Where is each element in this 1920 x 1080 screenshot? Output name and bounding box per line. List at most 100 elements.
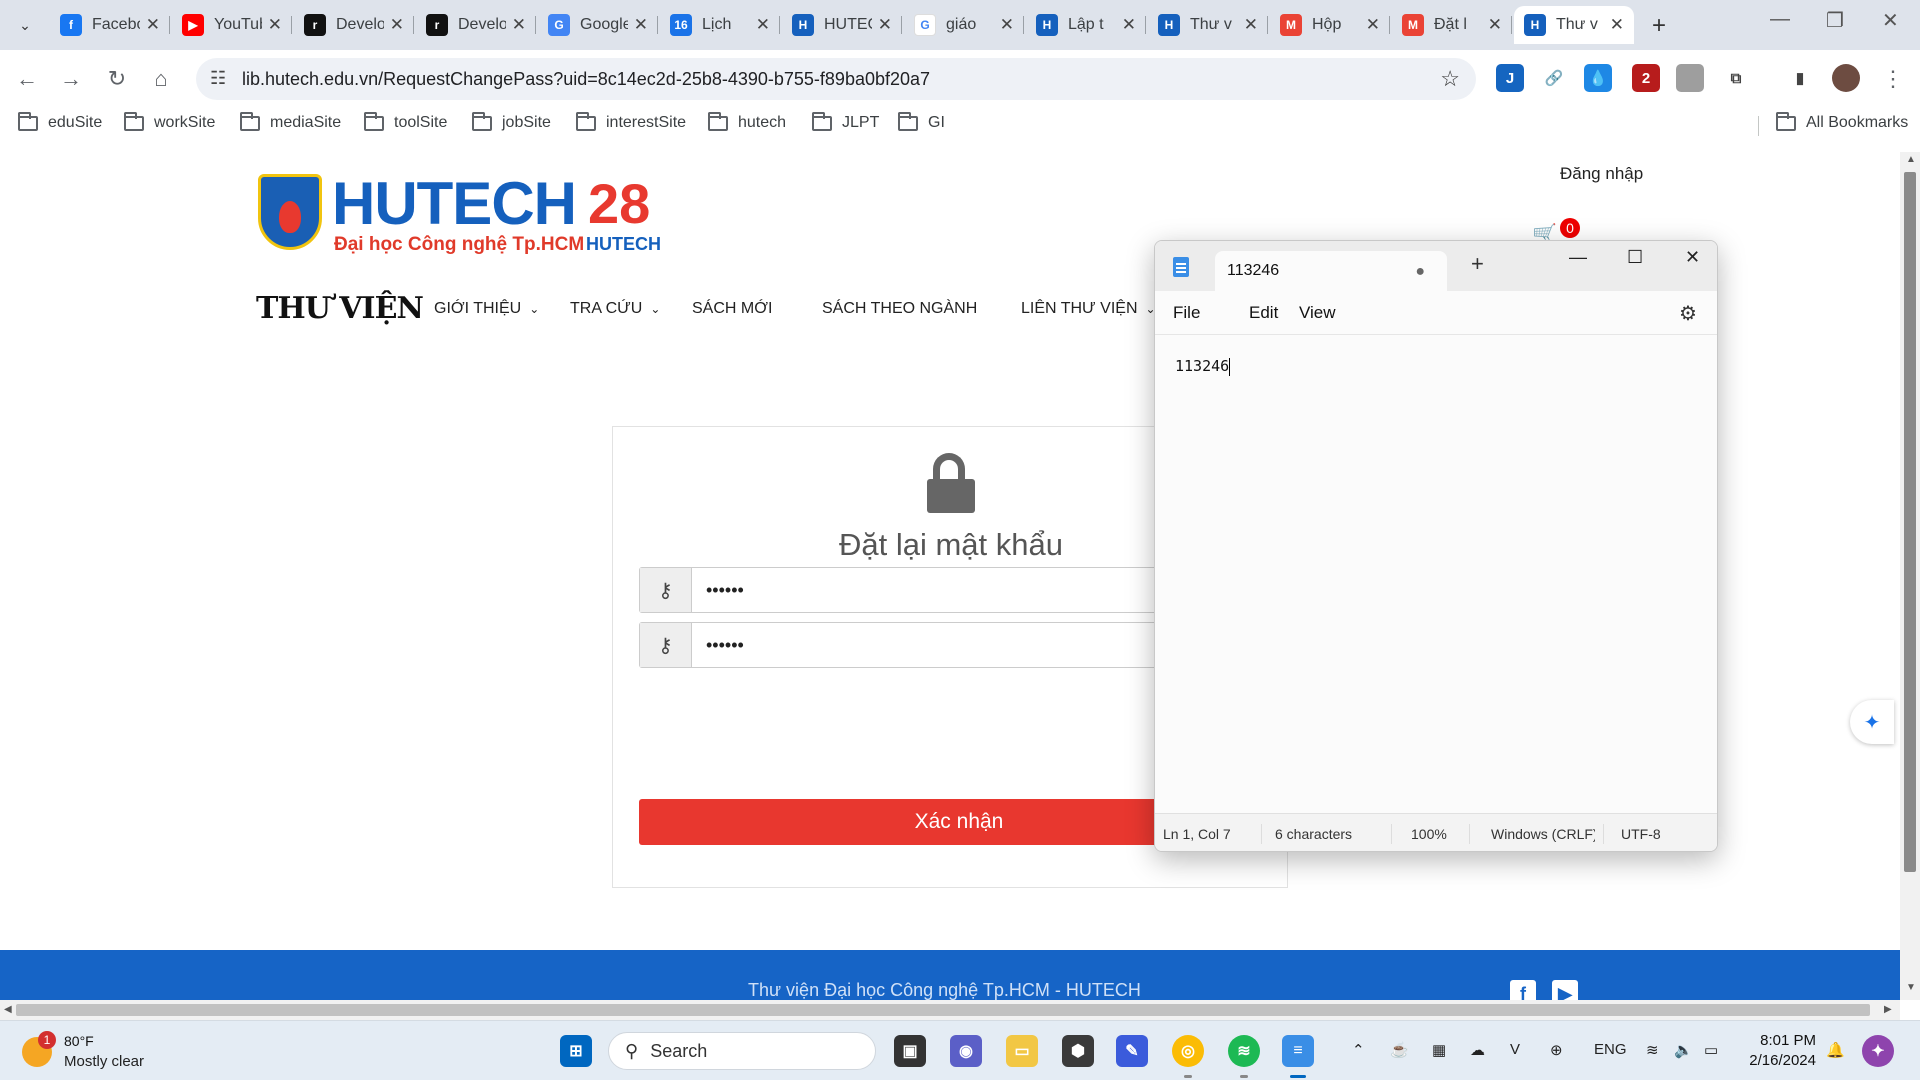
forward-icon[interactable]: →: [54, 62, 88, 96]
tray-vivaldi-icon[interactable]: V: [1510, 1041, 1520, 1058]
link-icon[interactable]: 🔗: [1540, 64, 1568, 92]
vertical-scrollbar[interactable]: ▲ ▼: [1900, 152, 1920, 1000]
address-bar[interactable]: ☷ lib.hutech.edu.vn/RequestChangePass?ui…: [196, 58, 1476, 100]
gear-icon[interactable]: ⚙: [1679, 301, 1697, 326]
notepad-new-tab-button[interactable]: +: [1471, 251, 1484, 277]
clock[interactable]: 8:01 PM 2/16/2024: [1746, 1031, 1816, 1071]
scrollbar-thumb[interactable]: [1904, 172, 1916, 872]
notepad-tab[interactable]: 113246 ●: [1215, 251, 1447, 291]
browser-tab[interactable]: H HUTECH ✕: [782, 6, 902, 44]
close-tab-icon[interactable]: ✕: [390, 15, 404, 35]
windows-start-icon[interactable]: ⊞: [560, 1035, 592, 1067]
browser-tab[interactable]: M Hộp ✕: [1270, 6, 1390, 44]
close-tab-icon[interactable]: ✕: [512, 15, 526, 35]
bookmark-folder[interactable]: toolSite: [364, 111, 447, 132]
notepad-close-button[interactable]: ✕: [1685, 247, 1700, 268]
notepad-editor[interactable]: 113246: [1155, 335, 1717, 813]
scroll-right-icon[interactable]: ▶: [1884, 1004, 1892, 1015]
nav-item[interactable]: GIỚI THIỆU ⌄: [434, 300, 539, 318]
nav-item[interactable]: SÁCH MỚI: [692, 300, 772, 318]
close-tab-icon[interactable]: ✕: [756, 15, 770, 35]
volume-icon[interactable]: 🔈: [1674, 1041, 1693, 1059]
notepad-taskbar-icon[interactable]: ≡: [1282, 1035, 1314, 1067]
scroll-left-icon[interactable]: ◀: [4, 1004, 12, 1015]
wifi-icon[interactable]: ≋: [1646, 1041, 1659, 1059]
browser-tab[interactable]: ▶ YouTube ✕: [172, 6, 292, 44]
ext-grey-icon[interactable]: [1676, 64, 1704, 92]
scroll-down-icon[interactable]: ▼: [1906, 982, 1916, 993]
app-cube-icon[interactable]: ⬢: [1062, 1035, 1094, 1067]
spotify-icon[interactable]: ≋: [1228, 1035, 1260, 1067]
close-window-button[interactable]: ✕: [1882, 8, 1899, 33]
bookmark-folder[interactable]: jobSite: [472, 111, 551, 132]
copilot-icon[interactable]: ✦: [1862, 1035, 1894, 1067]
tray-network-icon[interactable]: ⊕: [1550, 1041, 1563, 1059]
browser-tab[interactable]: H Thư v ✕: [1148, 6, 1268, 44]
close-tab-icon[interactable]: ✕: [1488, 15, 1502, 35]
app-blue-icon[interactable]: ✎: [1116, 1035, 1148, 1067]
onedrive-icon[interactable]: ☁: [1470, 1041, 1485, 1059]
home-icon[interactable]: ⌂: [144, 62, 178, 96]
menu-edit[interactable]: Edit: [1249, 303, 1278, 323]
hutech-logo[interactable]: HUTECH Đại học Công nghệ Tp.HCM 28 HUTEC…: [258, 172, 678, 255]
login-link[interactable]: Đăng nhập: [1560, 164, 1643, 184]
bookmark-folder[interactable]: mediaSite: [240, 111, 341, 132]
language-indicator[interactable]: ENG: [1594, 1041, 1627, 1058]
youtube-icon[interactable]: ▶: [1552, 980, 1578, 1000]
browser-tab[interactable]: r Developer ✕: [294, 6, 414, 44]
close-tab-icon[interactable]: ✕: [1000, 15, 1014, 35]
browser-tab[interactable]: r Developer ✕: [416, 6, 536, 44]
close-tab-icon[interactable]: ✕: [1122, 15, 1136, 35]
ublock-icon[interactable]: 2: [1632, 64, 1660, 92]
notepad-minimize-button[interactable]: —: [1569, 247, 1587, 268]
bookmark-folder[interactable]: eduSite: [18, 111, 102, 132]
nav-item[interactable]: SÁCH THEO NGÀNH: [822, 300, 977, 318]
status-encoding[interactable]: UTF-8: [1621, 826, 1661, 842]
tray-app2-icon[interactable]: ▦: [1432, 1041, 1446, 1059]
battery-icon[interactable]: ▭: [1704, 1041, 1718, 1059]
notepad-maximize-button[interactable]: ☐: [1627, 247, 1643, 268]
bookmark-folder[interactable]: workSite: [124, 111, 215, 132]
bookmark-folder[interactable]: GI: [898, 111, 945, 132]
unsaved-dot-icon[interactable]: ●: [1415, 263, 1425, 281]
minimize-button[interactable]: —: [1770, 8, 1790, 31]
nav-item[interactable]: TRA CỨU ⌄: [570, 300, 660, 318]
browser-menu-icon[interactable]: ⋮: [1876, 62, 1910, 96]
task-view-icon[interactable]: ▣: [894, 1035, 926, 1067]
sparkle-assistant-icon[interactable]: ✦: [1850, 700, 1894, 744]
back-icon[interactable]: ←: [10, 62, 44, 96]
close-tab-icon[interactable]: ✕: [1366, 15, 1380, 35]
close-tab-icon[interactable]: ✕: [634, 15, 648, 35]
tab-search-chevron-icon[interactable]: ⌄: [10, 10, 40, 40]
new-tab-button[interactable]: +: [1652, 12, 1666, 40]
taskbar-search[interactable]: ⚲ Search: [608, 1032, 876, 1070]
nav-item[interactable]: LIÊN THƯ VIỆN ⌄: [1021, 300, 1156, 318]
close-tab-icon[interactable]: ✕: [268, 15, 282, 35]
close-tab-icon[interactable]: ✕: [146, 15, 160, 35]
menu-file[interactable]: File: [1173, 303, 1200, 323]
file-explorer-icon[interactable]: ▭: [1006, 1035, 1038, 1067]
browser-tab[interactable]: f Facebook ✕: [50, 6, 170, 44]
menu-view[interactable]: View: [1299, 303, 1336, 323]
browser-tab[interactable]: H Lập t ✕: [1026, 6, 1146, 44]
bookmark-folder[interactable]: JLPT: [812, 111, 879, 132]
notification-bell-icon[interactable]: 🔔: [1826, 1041, 1845, 1059]
browser-tab[interactable]: G Google ✕: [538, 6, 658, 44]
scroll-up-icon[interactable]: ▲: [1906, 154, 1916, 165]
ext-j-icon[interactable]: J: [1496, 64, 1524, 92]
sidepanel-icon[interactable]: ▮: [1786, 64, 1814, 92]
horizontal-scrollbar[interactable]: ◀ ▶: [0, 1000, 1900, 1020]
close-tab-icon[interactable]: ✕: [1610, 15, 1624, 35]
all-bookmarks-button[interactable]: All Bookmarks: [1776, 111, 1908, 132]
chrome-icon[interactable]: ◎: [1172, 1035, 1204, 1067]
hscrollbar-thumb[interactable]: [16, 1004, 1870, 1016]
puzzle-icon[interactable]: ⧉: [1722, 64, 1750, 92]
tray-overflow-icon[interactable]: ⌃: [1352, 1041, 1365, 1059]
drop-icon[interactable]: 💧: [1584, 64, 1612, 92]
close-tab-icon[interactable]: ✕: [1244, 15, 1258, 35]
bookmark-folder[interactable]: hutech: [708, 111, 786, 132]
profile-avatar[interactable]: [1832, 64, 1860, 92]
notepad-titlebar[interactable]: 113246 ● + — ☐ ✕: [1155, 241, 1717, 291]
browser-tab[interactable]: 16 Lịch ✕: [660, 6, 780, 44]
status-zoom[interactable]: 100%: [1411, 826, 1447, 842]
